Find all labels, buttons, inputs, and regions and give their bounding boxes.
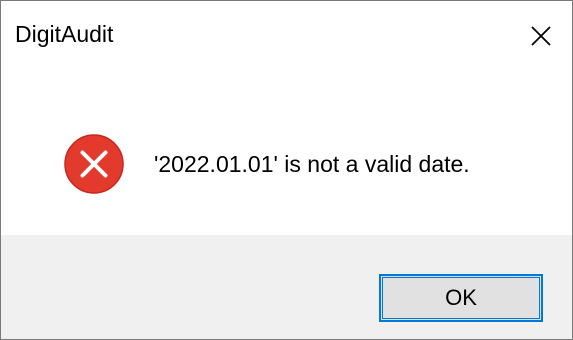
ok-button[interactable]: OK [379, 274, 543, 322]
title-bar: DigitAudit [1, 1, 572, 67]
close-button[interactable] [516, 1, 572, 67]
window-title: DigitAudit [15, 21, 114, 47]
error-icon [64, 134, 124, 194]
dialog-content: '2022.01.01' is not a valid date. [1, 67, 572, 235]
button-area: OK [1, 235, 572, 339]
message-dialog: DigitAudit '2022.01.01' is not a valid d… [0, 0, 573, 340]
error-message: '2022.01.01' is not a valid date. [154, 151, 470, 177]
close-icon [531, 26, 551, 46]
